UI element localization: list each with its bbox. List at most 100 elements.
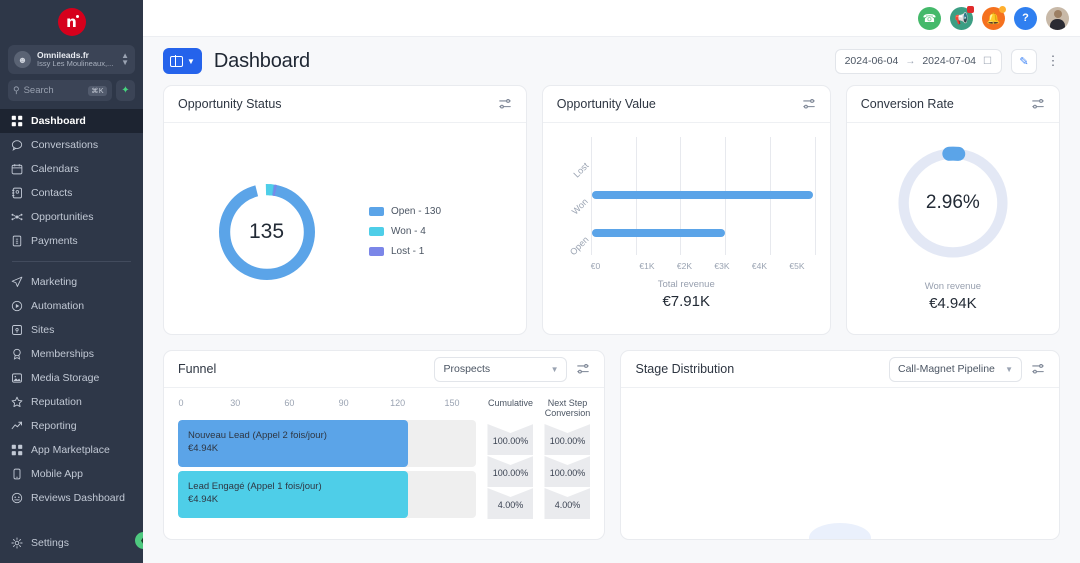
sidebar-item-label: Opportunities bbox=[31, 211, 94, 223]
user-avatar[interactable] bbox=[1046, 6, 1069, 30]
total-revenue-label: Total revenue bbox=[657, 279, 715, 290]
sliders-icon[interactable] bbox=[576, 362, 590, 376]
date-range-arrow: → bbox=[905, 55, 916, 67]
sliders-icon[interactable] bbox=[498, 97, 512, 111]
card-title: Stage Distribution bbox=[635, 362, 735, 376]
x-tick-label: €5K bbox=[789, 261, 805, 271]
card-actions bbox=[802, 97, 816, 111]
sliders-icon[interactable] bbox=[1031, 362, 1045, 376]
donut-legend: Open - 130 Won - 4 Lost - 1 bbox=[369, 206, 441, 257]
sidebar: n ☻ Omnileads.fr Issy Les Moulineaux,...… bbox=[0, 0, 143, 563]
workspace-location: Issy Les Moulineaux,... bbox=[37, 60, 114, 68]
play-circle-icon bbox=[10, 300, 23, 312]
phone-icon[interactable]: ☎ bbox=[918, 6, 941, 30]
sparkle-icon[interactable]: ✦ bbox=[116, 80, 135, 101]
sidebar-item-reporting[interactable]: Reporting bbox=[0, 414, 143, 438]
search-shortcut-badge: ⌘K bbox=[88, 85, 107, 96]
x-tick-label: 120 bbox=[390, 398, 406, 408]
sliders-icon[interactable] bbox=[1031, 97, 1045, 111]
funnel-pipeline-select[interactable]: Prospects ▼ bbox=[434, 356, 568, 382]
sidebar-item-label: Memberships bbox=[31, 348, 95, 360]
date-range-end: 2024-07-04 bbox=[922, 55, 977, 67]
sidebar-item-conversations[interactable]: Conversations bbox=[0, 133, 143, 157]
page-header-actions: 2024-06-04 → 2024-07-04 ☐ ✎ ⋮ bbox=[834, 48, 1060, 74]
contacts-icon bbox=[10, 187, 23, 199]
more-vertical-icon[interactable]: ⋮ bbox=[1046, 54, 1060, 67]
x-tick-label: 60 bbox=[284, 398, 295, 408]
funnel-cumulative-column: Cumulative 100.00% 100.00% 4.00% bbox=[487, 398, 534, 539]
funnel-stage-track: Nouveau Lead (Appel 2 fois/jour) €4.94K bbox=[178, 420, 477, 467]
card-title: Opportunity Value bbox=[556, 97, 656, 111]
sidebar-item-contacts[interactable]: Contacts bbox=[0, 181, 143, 205]
sidebar-item-media-storage[interactable]: Media Storage bbox=[0, 366, 143, 390]
chat-icon bbox=[10, 139, 23, 151]
grid-icon bbox=[10, 444, 23, 456]
help-icon[interactable]: ? bbox=[1014, 6, 1037, 30]
payments-icon bbox=[10, 235, 23, 247]
grid-icon bbox=[10, 115, 23, 127]
date-range-picker[interactable]: 2024-06-04 → 2024-07-04 ☐ bbox=[834, 48, 1002, 74]
sidebar-item-payments[interactable]: Payments bbox=[0, 229, 143, 253]
badge-icon bbox=[10, 348, 23, 360]
sliders-icon[interactable] bbox=[802, 97, 816, 111]
funnel-stage-bar[interactable]: Nouveau Lead (Appel 2 fois/jour) €4.94K bbox=[178, 420, 408, 467]
sidebar-item-label: Media Storage bbox=[31, 372, 100, 384]
sidebar-item-dashboard[interactable]: Dashboard bbox=[0, 109, 143, 133]
funnel-pipeline-value: Prospects bbox=[443, 363, 491, 375]
edit-dashboard-button[interactable]: ✎ bbox=[1011, 48, 1037, 74]
sidebar-item-label: Reviews Dashboard bbox=[31, 492, 125, 504]
megaphone-icon[interactable]: 📢 bbox=[950, 5, 974, 30]
mobile-icon bbox=[10, 468, 23, 480]
sidebar-item-opportunities[interactable]: Opportunities bbox=[0, 205, 143, 229]
calendar-icon: ☐ bbox=[983, 55, 992, 67]
funnel-bars: Nouveau Lead (Appel 2 fois/jour) €4.94K … bbox=[178, 420, 477, 518]
legend-label: Lost - 1 bbox=[391, 246, 425, 257]
search-input[interactable]: ⚲ Search ⌘K bbox=[8, 80, 112, 101]
card-opportunity-value: Opportunity Value Lost Won Open €0 €1K €… bbox=[541, 85, 831, 335]
x-tick-label: 90 bbox=[338, 398, 349, 408]
chevron-updown-icon: ▲ ▼ bbox=[121, 51, 129, 67]
sidebar-item-automation[interactable]: Automation bbox=[0, 294, 143, 318]
sidebar-item-mobile-app[interactable]: Mobile App bbox=[0, 462, 143, 486]
page-header: ▼ Dashboard 2024-06-04 → 2024-07-04 ☐ ✎ … bbox=[143, 37, 1080, 85]
top-bar: ☎ 📢 🔔 ? bbox=[143, 0, 1080, 37]
view-switcher-button[interactable]: ▼ bbox=[163, 48, 202, 74]
next-step-cell: 100.00% bbox=[544, 456, 591, 487]
sidebar-item-marketing[interactable]: Marketing bbox=[0, 270, 143, 294]
legend-label: Won - 4 bbox=[391, 226, 426, 237]
search-placeholder: Search bbox=[23, 85, 54, 96]
legend-swatch bbox=[369, 227, 384, 236]
sidebar-item-memberships[interactable]: Memberships bbox=[0, 342, 143, 366]
funnel-chart: 0 30 60 90 120 150 Nouveau Lead (Appel 2… bbox=[178, 398, 477, 539]
sidebar-item-label: Settings bbox=[31, 537, 69, 549]
card-actions: Call-Magnet Pipeline ▼ bbox=[889, 356, 1045, 382]
stage-pipeline-select[interactable]: Call-Magnet Pipeline ▼ bbox=[889, 356, 1022, 382]
bar-chart: Lost Won Open bbox=[557, 137, 816, 257]
won-revenue-value: €4.94K bbox=[929, 295, 977, 312]
notifications-bell-icon[interactable]: 🔔 bbox=[982, 5, 1006, 30]
workspace-name: Omnileads.fr bbox=[37, 51, 89, 61]
sidebar-item-label: Payments bbox=[31, 235, 78, 247]
workspace-selector[interactable]: ☻ Omnileads.fr Issy Les Moulineaux,... ▲… bbox=[8, 45, 135, 74]
sidebar-divider bbox=[12, 261, 131, 262]
brand-logo[interactable]: n bbox=[0, 0, 143, 43]
chevron-down-icon: ▼ bbox=[187, 56, 195, 66]
sidebar-item-calendars[interactable]: Calendars bbox=[0, 157, 143, 181]
sidebar-item-reputation[interactable]: Reputation bbox=[0, 390, 143, 414]
sidebar-item-app-marketplace[interactable]: App Marketplace bbox=[0, 438, 143, 462]
sidebar-item-reviews-dashboard[interactable]: Reviews Dashboard bbox=[0, 486, 143, 510]
sidebar-item-settings[interactable]: Settings bbox=[0, 531, 143, 555]
card-actions bbox=[1031, 97, 1045, 111]
card-body: 135 Open - 130 Won - 4 Lost - 1 bbox=[164, 123, 526, 334]
sidebar-item-sites[interactable]: Sites bbox=[0, 318, 143, 342]
funnel-axis: 0 30 60 90 120 150 bbox=[178, 398, 476, 412]
sidebar-item-label: Automation bbox=[31, 300, 85, 312]
donut-chart: 135 bbox=[164, 176, 369, 288]
funnel-stage-bar[interactable]: Lead Engagé (Appel 1 fois/jour) €4.94K bbox=[178, 471, 408, 518]
sidebar-item-label: Conversations bbox=[31, 139, 99, 151]
column-header: Cumulative bbox=[487, 398, 533, 408]
stage-pipeline-value: Call-Magnet Pipeline bbox=[898, 363, 995, 375]
column-header: Next Step Conversion bbox=[544, 398, 591, 419]
sidebar-item-label: Contacts bbox=[31, 187, 73, 199]
page-title: Dashboard bbox=[213, 49, 310, 72]
